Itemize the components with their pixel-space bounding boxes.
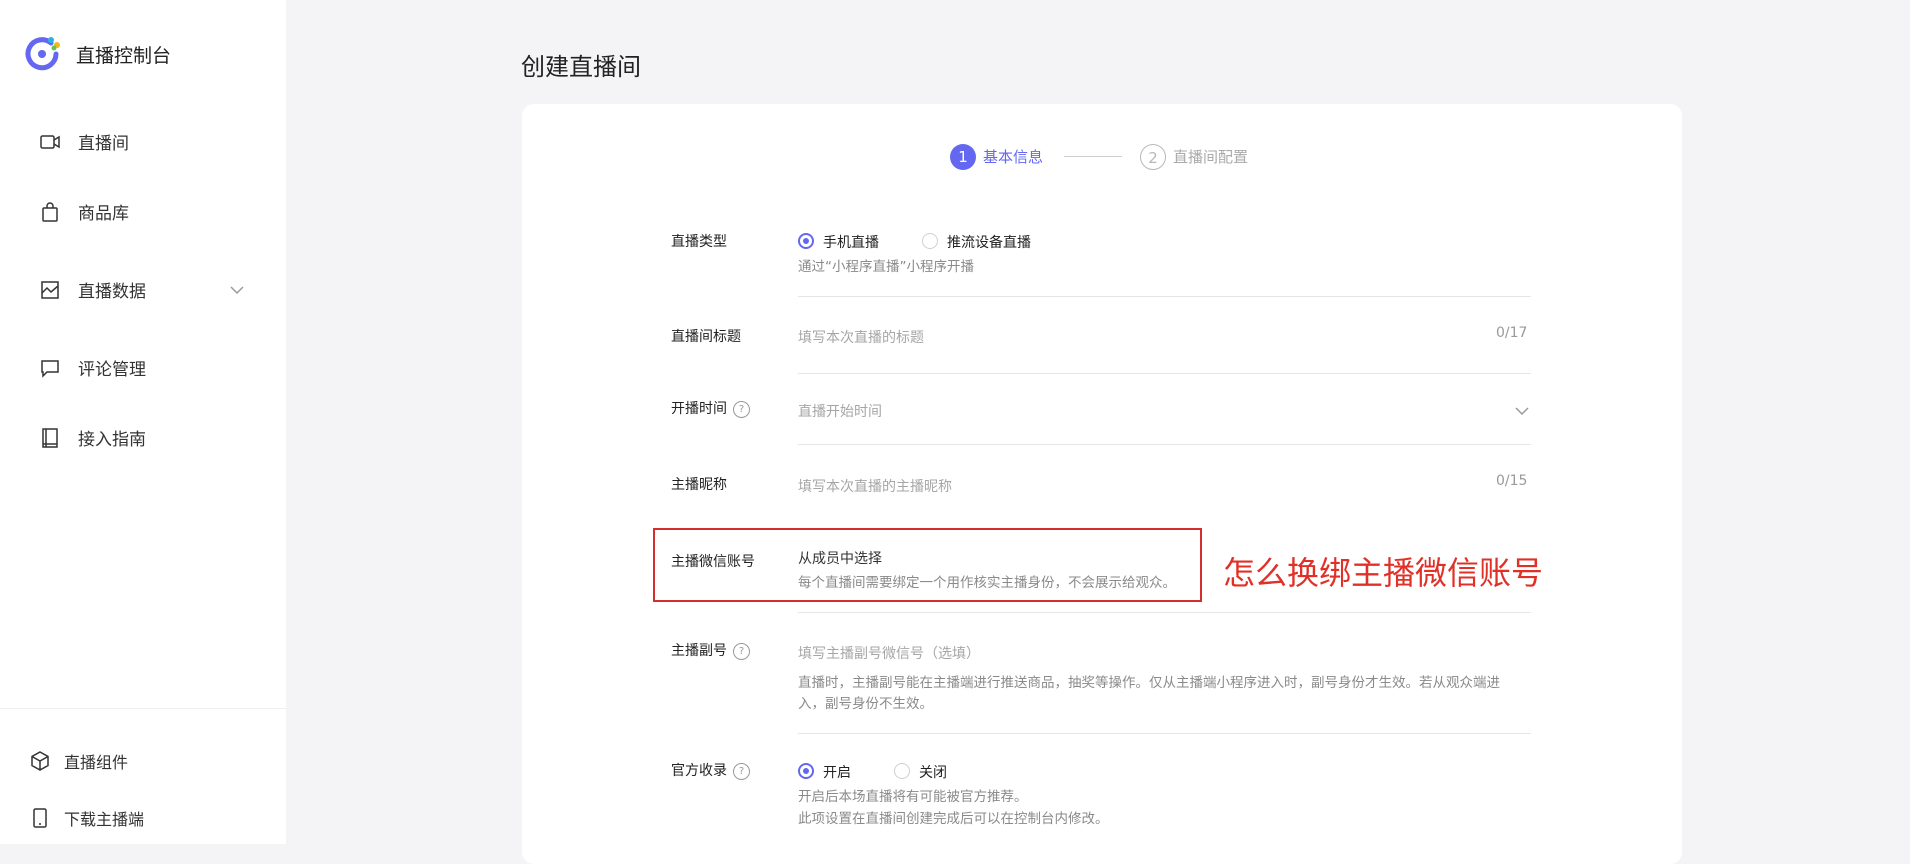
radio-phone-live-label[interactable]: 手机直播 (823, 232, 879, 252)
divider (798, 612, 1531, 613)
radio-official-off-label[interactable]: 关闭 (919, 762, 947, 782)
sidebar-item-label: 直播间 (78, 134, 129, 154)
logo-icon (25, 37, 60, 71)
divider (798, 444, 1531, 445)
shopping-bag-icon (38, 200, 62, 224)
live-title-input[interactable]: 填写本次直播的标题 (798, 327, 924, 347)
sidebar-item-label: 直播数据 (78, 282, 146, 302)
radio-official-on[interactable] (798, 763, 814, 779)
sidebar-item-download-host-app[interactable]: 下载主播端 (28, 806, 144, 830)
host-sub-account-hint-line2: 入，副号身份不生效。 (798, 696, 933, 712)
help-icon[interactable]: ? (733, 763, 750, 780)
cube-icon (28, 749, 52, 773)
radio-official-on-label[interactable]: 开启 (823, 762, 851, 782)
sidebar-item-live-data[interactable]: 直播数据 (38, 277, 146, 302)
sidebar: 直播控制台 直播间 商品库 直播数据 评论管理 接入指南 直播组件 下载主播端 (0, 0, 286, 844)
host-nickname-label: 主播昵称 (671, 477, 727, 493)
sidebar-item-live-room[interactable]: 直播间 (38, 129, 129, 154)
sidebar-item-product-library[interactable]: 商品库 (38, 199, 129, 224)
chevron-down-icon[interactable] (228, 281, 246, 299)
sidebar-item-comments[interactable]: 评论管理 (38, 355, 146, 380)
chart-icon (38, 278, 62, 302)
sidebar-divider (0, 708, 286, 709)
radio-push-device-live-label[interactable]: 推流设备直播 (947, 232, 1031, 252)
official-inclusion-hint-line1: 开启后本场直播将有可能被官方推荐。 (798, 789, 1028, 805)
host-nickname-input[interactable]: 填写本次直播的主播昵称 (798, 476, 952, 496)
step-2-badge: 2 (1140, 144, 1166, 170)
sidebar-item-label: 直播组件 (64, 753, 129, 772)
live-title-counter: 0/17 (1496, 325, 1528, 341)
comment-icon (38, 356, 62, 380)
help-icon[interactable]: ? (733, 401, 750, 418)
step-connector (1064, 156, 1122, 157)
radio-official-off[interactable] (894, 763, 910, 779)
host-sub-account-hint-line1: 直播时，主播副号能在主播端进行推送商品，抽奖等操作。仅从主播端小程序进入时，副号… (798, 675, 1500, 691)
radio-phone-live[interactable] (798, 233, 814, 249)
sidebar-item-label: 接入指南 (78, 430, 146, 450)
host-sub-account-input[interactable]: 填写主播副号微信号（选填） (798, 643, 980, 663)
radio-push-device-live[interactable] (922, 233, 938, 249)
sidebar-item-label: 评论管理 (78, 360, 146, 380)
sidebar-item-live-components[interactable]: 直播组件 (28, 749, 128, 773)
step-1-label: 基本信息 (983, 148, 1044, 166)
official-inclusion-label: 官方收录? (671, 760, 750, 780)
chevron-down-icon[interactable] (1514, 403, 1530, 419)
live-title-label: 直播间标题 (671, 329, 741, 345)
annotation-text: 怎么换绑主播微信账号 (1223, 554, 1544, 592)
host-wechat-hint: 每个直播间需要绑定一个用作核实主播身份，不会展示给观众。 (798, 575, 1176, 591)
sidebar-item-label: 下载主播端 (64, 810, 145, 829)
page-title: 创建直播间 (521, 53, 641, 81)
live-type-label: 直播类型 (671, 234, 727, 250)
host-wechat-label: 主播微信账号 (671, 554, 755, 570)
app-title: 直播控制台 (76, 44, 172, 67)
host-sub-account-label: 主播副号? (671, 640, 750, 660)
phone-icon (28, 806, 52, 830)
video-camera-icon (38, 130, 62, 154)
divider (798, 296, 1531, 297)
host-nickname-counter: 0/15 (1496, 473, 1528, 489)
sidebar-item-guide[interactable]: 接入指南 (38, 425, 146, 450)
start-time-input[interactable]: 直播开始时间 (798, 401, 882, 421)
start-time-label: 开播时间? (671, 398, 750, 418)
step-1-badge: 1 (950, 144, 976, 170)
help-icon[interactable]: ? (733, 643, 750, 660)
logo[interactable]: 直播控制台 (22, 34, 171, 74)
divider (798, 733, 1531, 734)
live-type-hint: 通过“小程序直播”小程序开播 (798, 259, 974, 275)
official-inclusion-hint-line2: 此项设置在直播间创建完成后可以在控制台内修改。 (798, 811, 1109, 827)
divider (798, 373, 1531, 374)
select-from-members-link[interactable]: 从成员中选择 (798, 548, 882, 568)
step-2-label: 直播间配置 (1173, 148, 1249, 166)
book-icon (38, 426, 62, 450)
sidebar-item-label: 商品库 (78, 204, 129, 224)
